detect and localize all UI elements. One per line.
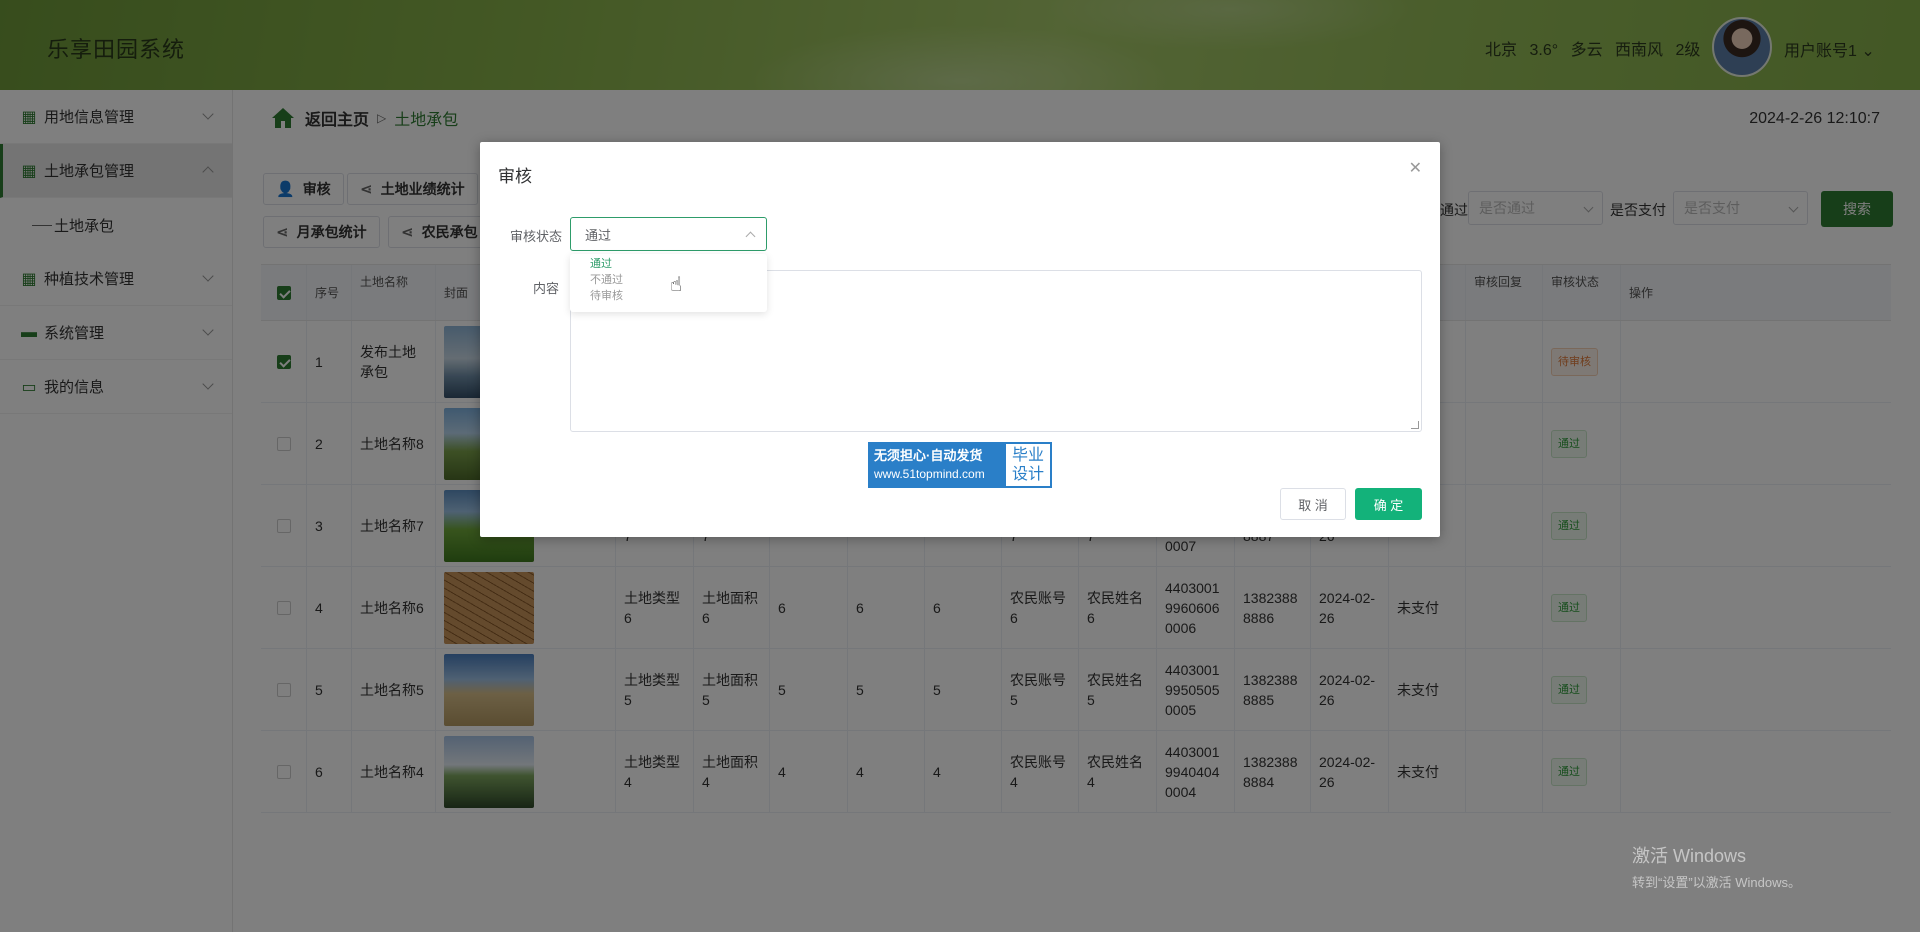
status-option-fail[interactable]: 不通过 <box>570 272 767 288</box>
windows-activation-watermark: 激活 Windows 转到“设置”以激活 Windows。 <box>1632 842 1801 891</box>
audit-dialog: 审核 ✕ 审核状态 通过 内容 通过 不通过 待审核 ☝ 无须担心·自动发货 w… <box>480 142 1440 537</box>
status-label: 审核状态 <box>510 229 563 244</box>
status-option-pending[interactable]: 待审核 <box>570 288 767 304</box>
status-select-value: 通过 <box>585 227 612 243</box>
promo-left: 无须担心·自动发货 www.51topmind.com <box>870 444 1006 486</box>
watermark-line2: 转到“设置”以激活 Windows。 <box>1632 875 1802 890</box>
watermark-line1: 激活 Windows <box>1632 846 1747 866</box>
promo-url: www.51topmind.com <box>874 467 985 481</box>
status-option-pass[interactable]: 通过 <box>570 256 767 272</box>
resize-grip-icon[interactable] <box>1411 421 1419 429</box>
promo-banner: 无须担心·自动发货 www.51topmind.com 毕业设计 <box>868 442 1052 488</box>
promo-line1: 无须担心·自动发货 <box>874 448 983 463</box>
status-dropdown: 通过 不通过 待审核 <box>570 254 767 312</box>
confirm-button[interactable]: 确 定 <box>1355 488 1422 520</box>
dialog-title: 审核 <box>498 167 532 186</box>
promo-right: 毕业设计 <box>1011 447 1044 483</box>
content-label: 内容 <box>533 281 560 296</box>
status-select[interactable]: 通过 <box>570 217 767 251</box>
close-icon[interactable]: ✕ <box>1409 158 1422 178</box>
chevron-up-icon <box>745 231 756 242</box>
hand-pointer-icon: ☝ <box>670 274 683 296</box>
cancel-button[interactable]: 取 消 <box>1280 488 1346 520</box>
